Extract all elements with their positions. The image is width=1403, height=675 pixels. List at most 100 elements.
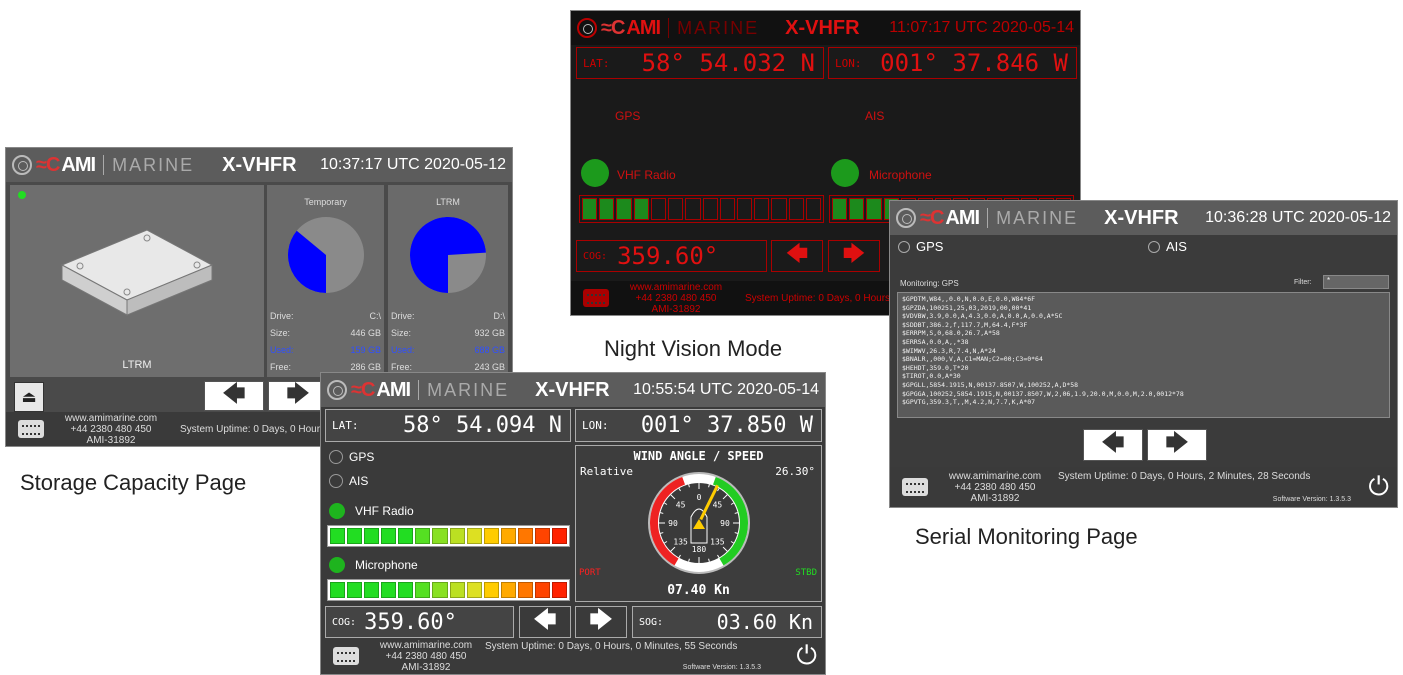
cog-value: 359.60° (617, 242, 719, 270)
uptime: System Uptime: 0 Days, 0 Hours, 0 (745, 292, 902, 304)
level-segment (849, 198, 865, 220)
uptime: System Uptime: 0 Days, 0 Hours, 3 (180, 423, 337, 435)
wind-dial: 045 4590 90135 135180 (648, 472, 750, 574)
filter-label: Filter: (1294, 279, 1312, 286)
log-line: $TIROT,0.0,A*30 (902, 372, 961, 381)
contact: www.amimarine.com +44 2380 480 450 AMI-3… (64, 412, 158, 446)
level-segment (616, 198, 632, 220)
logo: ≈C AMI MARINE (577, 17, 759, 40)
arrow-right-icon: 🡆 (1165, 430, 1189, 455)
caption-storage: Storage Capacity Page (20, 470, 247, 495)
dial-label: 0 (697, 493, 702, 502)
product-name: X-VHFR (222, 153, 297, 176)
power-icon[interactable]: ⏻ (796, 640, 817, 672)
level-segment (500, 528, 516, 544)
keyboard-icon[interactable] (333, 647, 359, 665)
lat-value: 58° 54.032 N (641, 49, 815, 77)
prev-page-button[interactable]: 🡄 (204, 381, 264, 411)
cog-value: 359.60° (364, 609, 457, 635)
ltrm-panel: LTRM Drive: D:\ Size: 932 GB Used: 688 GB F… (388, 185, 508, 377)
lat-box: LAT: 58° 54.032 N (576, 47, 824, 79)
clock: 10:36:28 UTC 2020-05-12 (1205, 209, 1391, 226)
power-icon[interactable]: ⏻ (1368, 471, 1389, 503)
level-segment (552, 582, 568, 598)
header: ≈C AMI MARINE X-VHFR 11:07:17 UTC 2020-05… (571, 11, 1080, 45)
footer: www.amimarine.com +44 2380 480 450 AMI-3… (890, 467, 1397, 507)
level-segment (381, 582, 397, 598)
level-segment (500, 582, 516, 598)
level-segment (517, 582, 533, 598)
serial-screen: ≈C AMI MARINE X-VHFR 10:36:28 UTC 2020-05… (889, 200, 1398, 508)
next-page-button[interactable]: 🡆 (268, 381, 328, 411)
level-segment (754, 198, 770, 220)
lat-value: 58° 54.094 N (403, 413, 562, 438)
drive-icon (60, 229, 214, 316)
wind-title: WIND ANGLE / SPEED (633, 449, 764, 463)
lon-box: LON: 001° 37.850 W (575, 409, 822, 442)
fish-icon: ≈C (920, 206, 944, 229)
cog-box: COG: 359.60° (576, 240, 767, 272)
prev-page-button[interactable]: 🡄 (1083, 429, 1143, 461)
level-segment (552, 528, 568, 544)
mic-label: Microphone (869, 168, 932, 182)
mic-led (831, 159, 859, 187)
mic-indicator: Microphone (329, 557, 418, 573)
level-segment (398, 528, 414, 544)
brand-marine: MARINE (996, 207, 1079, 228)
log-line: $VDVBW,3.9,0.0,A,4.3,0.0,A,0.0,A,0.0,A*5… (902, 312, 1063, 321)
next-page-button[interactable]: 🡆 (1147, 429, 1207, 461)
helm-wheel-icon (577, 18, 597, 38)
log-line: $BNALR,,000,V,A,C1=MAN;C2=00;C3=0*64 (902, 355, 1043, 364)
next-page-button[interactable]: 🡆 (828, 240, 880, 272)
ais-radio[interactable]: AIS (1148, 239, 1187, 254)
keyboard-icon[interactable] (18, 420, 44, 438)
header: ≈C AMI MARINE X-VHFR 10:37:17 UTC 2020-05… (6, 148, 512, 182)
caption-serial: Serial Monitoring Page (915, 524, 1138, 549)
uptime: System Uptime: 0 Days, 0 Hours, 2 Minute… (1058, 471, 1311, 482)
prev-page-button[interactable]: 🡄 (519, 606, 571, 638)
main-screen: ≈C AMI MARINE X-VHFR 10:55:54 UTC 2020-05… (320, 372, 826, 675)
gps-radio[interactable]: GPS (898, 239, 943, 254)
log-line: $GPZDA,100251,25,03,2019,00,00*41 (902, 303, 1032, 312)
dial-label: 135 (673, 537, 688, 546)
log-line: $ERRSA,0.0,A,,*38 (902, 337, 969, 346)
header: ≈C AMI MARINE X-VHFR 10:36:28 UTC 2020-05… (890, 201, 1397, 235)
level-segment (330, 528, 346, 544)
serial-log[interactable]: $GPDTM,W84,,0.0,N,0.0,E,0.0,W84*6F $GPZDA… (897, 292, 1390, 418)
dial-label: 90 (668, 519, 678, 528)
footer: www.amimarine.com +44 2380 480 450 AMI-3… (321, 638, 825, 674)
gps-led (329, 450, 343, 464)
dial-label: 90 (720, 519, 730, 528)
wind-speed-value: 07.40 Kn (667, 583, 730, 598)
header: ≈C AMI MARINE X-VHFR 10:55:54 UTC 2020-05… (321, 373, 825, 407)
next-page-button[interactable]: 🡆 (575, 606, 627, 638)
arrow-left-icon: 🡄 (785, 241, 809, 266)
level-segment (415, 528, 431, 544)
cog-box: COG: 359.60° (325, 606, 514, 638)
log-line: $SDDBT,386.2,f,117.7,M,64.4,F*3F (902, 320, 1028, 329)
sog-value: 03.60 Kn (716, 610, 813, 634)
dial-label: 45 (713, 501, 723, 510)
vhf-label: VHF Radio (617, 168, 676, 182)
product-name: X-VHFR (535, 378, 610, 401)
monitoring-label: Monitoring: GPS (900, 279, 959, 288)
level-segment (719, 198, 735, 220)
ltrm-pie (410, 217, 486, 293)
keyboard-icon[interactable] (583, 289, 609, 307)
radio-circle (1148, 240, 1160, 253)
filter-input[interactable]: * (1323, 275, 1389, 289)
vhf-led (581, 159, 609, 187)
fish-icon: ≈C (351, 378, 375, 401)
sog-box: SOG: 03.60 Kn (632, 606, 822, 638)
arrow-right-icon: 🡆 (286, 381, 310, 406)
level-segment (483, 582, 499, 598)
level-segment (483, 528, 499, 544)
prev-page-button[interactable]: 🡄 (771, 240, 823, 272)
log-line: $GPDTM,W84,,0.0,N,0.0,E,0.0,W84*6F (902, 295, 1036, 303)
keyboard-icon[interactable] (902, 478, 928, 496)
drive-table: Drive: D:\ Size: 932 GB Used: 688 GB Free: 2… (391, 310, 505, 372)
level-segment (466, 528, 482, 544)
level-segment (633, 198, 649, 220)
level-segment (771, 198, 787, 220)
eject-button[interactable]: ⏏ (14, 382, 44, 412)
